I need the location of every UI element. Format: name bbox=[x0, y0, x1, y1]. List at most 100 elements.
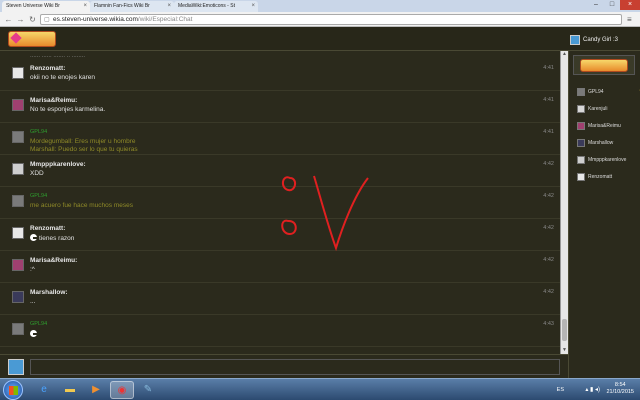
tab-label: MediaWiki:Emoticons - St bbox=[178, 3, 235, 9]
user-avatar[interactable] bbox=[12, 291, 24, 303]
message-timestamp: 4:41 bbox=[543, 129, 554, 135]
address-bar[interactable]: ▢ es.steven-universe.wikia.com/wiki/Espe… bbox=[40, 14, 622, 25]
language-indicator[interactable]: ES bbox=[557, 387, 564, 393]
userlist-username: Mmpppkarenlove bbox=[588, 157, 627, 163]
tab-label: Flamnin Fan-Fics Wiki Br bbox=[94, 3, 150, 9]
message-timestamp: 4:41 bbox=[543, 97, 554, 103]
logo-star-icon bbox=[10, 32, 22, 44]
browser-tab-bar: Steven Universe Wiki Br × Flamnin Fan-Fi… bbox=[0, 0, 640, 12]
my-avatar bbox=[8, 359, 24, 375]
userlist-item[interactable]: Mmpppkarenlove bbox=[577, 155, 639, 165]
message-timestamp: 4:42 bbox=[543, 225, 554, 231]
media-player-icon[interactable]: ▶ bbox=[84, 381, 108, 399]
drawing-dot-top bbox=[282, 176, 296, 192]
page-icon: ▢ bbox=[44, 17, 50, 23]
file-explorer-icon[interactable]: ▬ bbox=[58, 381, 82, 399]
userlist-item[interactable]: Karenjuli bbox=[577, 104, 639, 114]
tab-label: Steven Universe Wiki Br bbox=[6, 3, 60, 9]
message-username[interactable]: GPL94 bbox=[30, 193, 47, 199]
message-username[interactable]: GPL94 bbox=[30, 129, 47, 135]
user-avatar[interactable] bbox=[12, 131, 24, 143]
chat-message: Renzomatt: okii no te enojes karen 4:41 bbox=[0, 61, 560, 91]
message-timestamp: 4:43 bbox=[543, 321, 554, 327]
message-text: me acuero fue hace muchos meses bbox=[30, 202, 133, 210]
user-avatar[interactable] bbox=[12, 163, 24, 175]
user-avatar[interactable] bbox=[12, 227, 24, 239]
clock-time: 8:54 bbox=[614, 382, 626, 388]
user-avatar[interactable] bbox=[12, 67, 24, 79]
close-window-icon[interactable]: × bbox=[620, 0, 640, 10]
maximize-icon[interactable]: □ bbox=[604, 0, 620, 10]
scroll-down-icon[interactable]: ▼ bbox=[561, 347, 568, 354]
message-body: okii no te enojes karen bbox=[30, 74, 96, 81]
message-body: Mordegumball: Eres mujer u hombre Marsha… bbox=[30, 138, 138, 153]
userlist-username: Renzomatt bbox=[588, 174, 613, 180]
browser-tab-2[interactable]: MediaWiki:Emoticons - St × bbox=[174, 1, 258, 12]
browser-menu-icon[interactable]: ≡ bbox=[627, 15, 636, 24]
message-username[interactable]: Renzomatt: bbox=[30, 225, 65, 232]
message-text: okii no te enojes karen bbox=[30, 74, 95, 82]
clock[interactable]: 8:54 21/10/2015 bbox=[606, 382, 634, 396]
message-username[interactable]: Renzomatt: bbox=[30, 65, 65, 72]
user-avatar[interactable] bbox=[12, 259, 24, 271]
minimize-icon[interactable]: – bbox=[588, 0, 604, 10]
userlist-logo-image bbox=[580, 59, 628, 72]
userlist-avatar bbox=[577, 88, 585, 96]
message-timestamp: 4:42 bbox=[543, 193, 554, 199]
message-username[interactable]: Marisa&Reimu: bbox=[30, 257, 77, 264]
reload-icon[interactable]: ↻ bbox=[27, 14, 38, 25]
message-text: XDD bbox=[30, 170, 44, 178]
drawing-dot-bottom bbox=[281, 219, 297, 236]
chat-scrollbar[interactable]: ▲ ▼ bbox=[560, 51, 568, 354]
message-username[interactable]: Marisa&Reimu: bbox=[30, 97, 77, 104]
message-username[interactable]: Mmpppkarenlove: bbox=[30, 161, 86, 168]
back-icon[interactable]: ← bbox=[3, 14, 14, 25]
message-timestamp: 4:41 bbox=[543, 65, 554, 71]
internet-explorer-icon[interactable]: e bbox=[32, 381, 56, 399]
userlist-avatar bbox=[577, 156, 585, 164]
user-avatar[interactable] bbox=[12, 99, 24, 111]
current-user-avatar bbox=[569, 35, 580, 45]
chat-log[interactable]: ...... ...... ....... .. ........ Renzom… bbox=[0, 51, 560, 354]
forward-icon[interactable]: → bbox=[15, 14, 26, 25]
userlist-item[interactable]: GPL94★ bbox=[577, 87, 640, 97]
user-avatar[interactable] bbox=[12, 323, 24, 335]
user-avatar[interactable] bbox=[12, 195, 24, 207]
smiley-emoticon-icon bbox=[30, 234, 37, 241]
tab-close-icon[interactable]: × bbox=[83, 1, 87, 12]
url-path: /wiki/Especial:Chat bbox=[137, 16, 193, 23]
drawing-letter-v bbox=[313, 175, 369, 252]
userlist-item[interactable]: Marshallow bbox=[577, 138, 639, 148]
chat-message-input[interactable] bbox=[30, 359, 560, 375]
userlist-wiki-logo[interactable] bbox=[573, 55, 635, 75]
message-username[interactable]: GPL94 bbox=[30, 321, 47, 327]
chat-input-bar bbox=[0, 354, 568, 378]
userlist-item[interactable]: Marisa&Reimu bbox=[577, 121, 639, 131]
chat-message: Marisa&Reimu::^ 4:42 bbox=[0, 253, 560, 283]
paint-icon[interactable]: ✎ bbox=[136, 381, 160, 399]
browser-tab-0[interactable]: Steven Universe Wiki Br × bbox=[2, 1, 90, 12]
userlist-username: Marisa&Reimu bbox=[588, 123, 621, 129]
userlist-item[interactable]: Renzomatt bbox=[577, 172, 639, 182]
tab-close-icon[interactable]: × bbox=[167, 1, 171, 12]
scroll-up-icon[interactable]: ▲ bbox=[561, 51, 568, 58]
userlist-username: Marshallow bbox=[588, 140, 614, 146]
tab-close-icon[interactable]: × bbox=[251, 1, 255, 12]
wiki-logo[interactable] bbox=[8, 31, 56, 47]
userlist-avatar bbox=[577, 139, 585, 147]
chat-message: Marisa&Reimu: No te esponjes karmelina. 4:… bbox=[0, 93, 560, 123]
current-user[interactable]: Candy Girl :3 bbox=[569, 35, 618, 45]
message-username[interactable]: Marshallow: bbox=[30, 289, 68, 296]
userlist-username: Karenjuli bbox=[588, 106, 608, 112]
message-body: No te esponjes karmelina. bbox=[30, 106, 106, 113]
message-body: :^ bbox=[30, 266, 35, 273]
message-body: XDD bbox=[30, 170, 44, 177]
tray-icons[interactable]: ▴ ▮ ◂) bbox=[585, 386, 600, 393]
chat-message: GPL94 Mordegumball: Eres mujer u hombre M… bbox=[0, 125, 560, 155]
url-host: es.steven-universe.wikia.com bbox=[53, 16, 138, 23]
message-body: tienes razon bbox=[39, 235, 75, 242]
start-button[interactable] bbox=[3, 380, 23, 400]
chrome-icon[interactable]: ◉ bbox=[110, 381, 134, 399]
scroll-thumb[interactable] bbox=[562, 319, 567, 341]
browser-tab-1[interactable]: Flamnin Fan-Fics Wiki Br × bbox=[90, 1, 174, 12]
